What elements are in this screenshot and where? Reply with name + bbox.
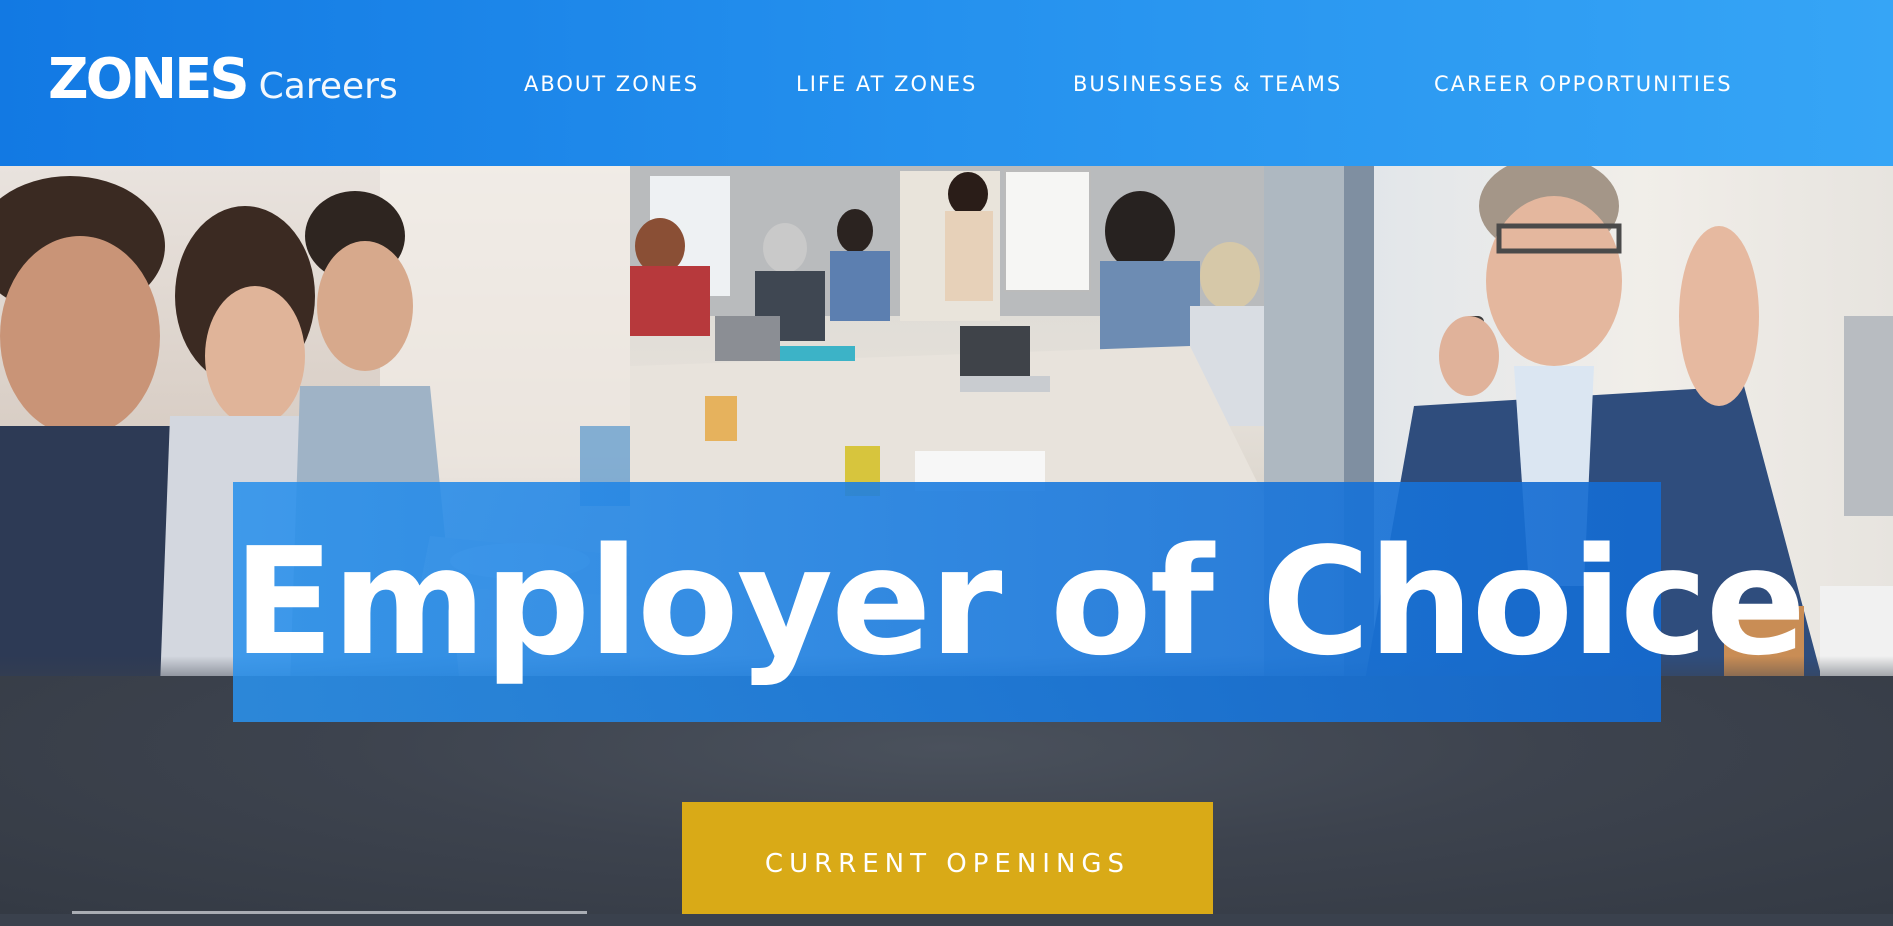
nav-item-life-at-zones[interactable]: LIFE AT ZONES <box>796 66 977 102</box>
nav-item-businesses-teams[interactable]: BUSINESSES & TEAMS <box>1073 66 1342 102</box>
nav-item-career-opportunities[interactable]: CAREER OPPORTUNITIES <box>1434 66 1733 102</box>
hero-banner: Employer of Choice <box>233 482 1806 722</box>
main-nav: ABOUT ZONES LIFE AT ZONES BUSINESSES & T… <box>0 66 1893 102</box>
current-openings-button[interactable]: CURRENT OPENINGS <box>682 802 1213 914</box>
site-header: ZONES Careers ABOUT ZONES LIFE AT ZONES … <box>0 0 1893 166</box>
hero-title: Employer of Choice <box>233 516 1806 688</box>
nav-item-about-zones[interactable]: ABOUT ZONES <box>524 66 699 102</box>
